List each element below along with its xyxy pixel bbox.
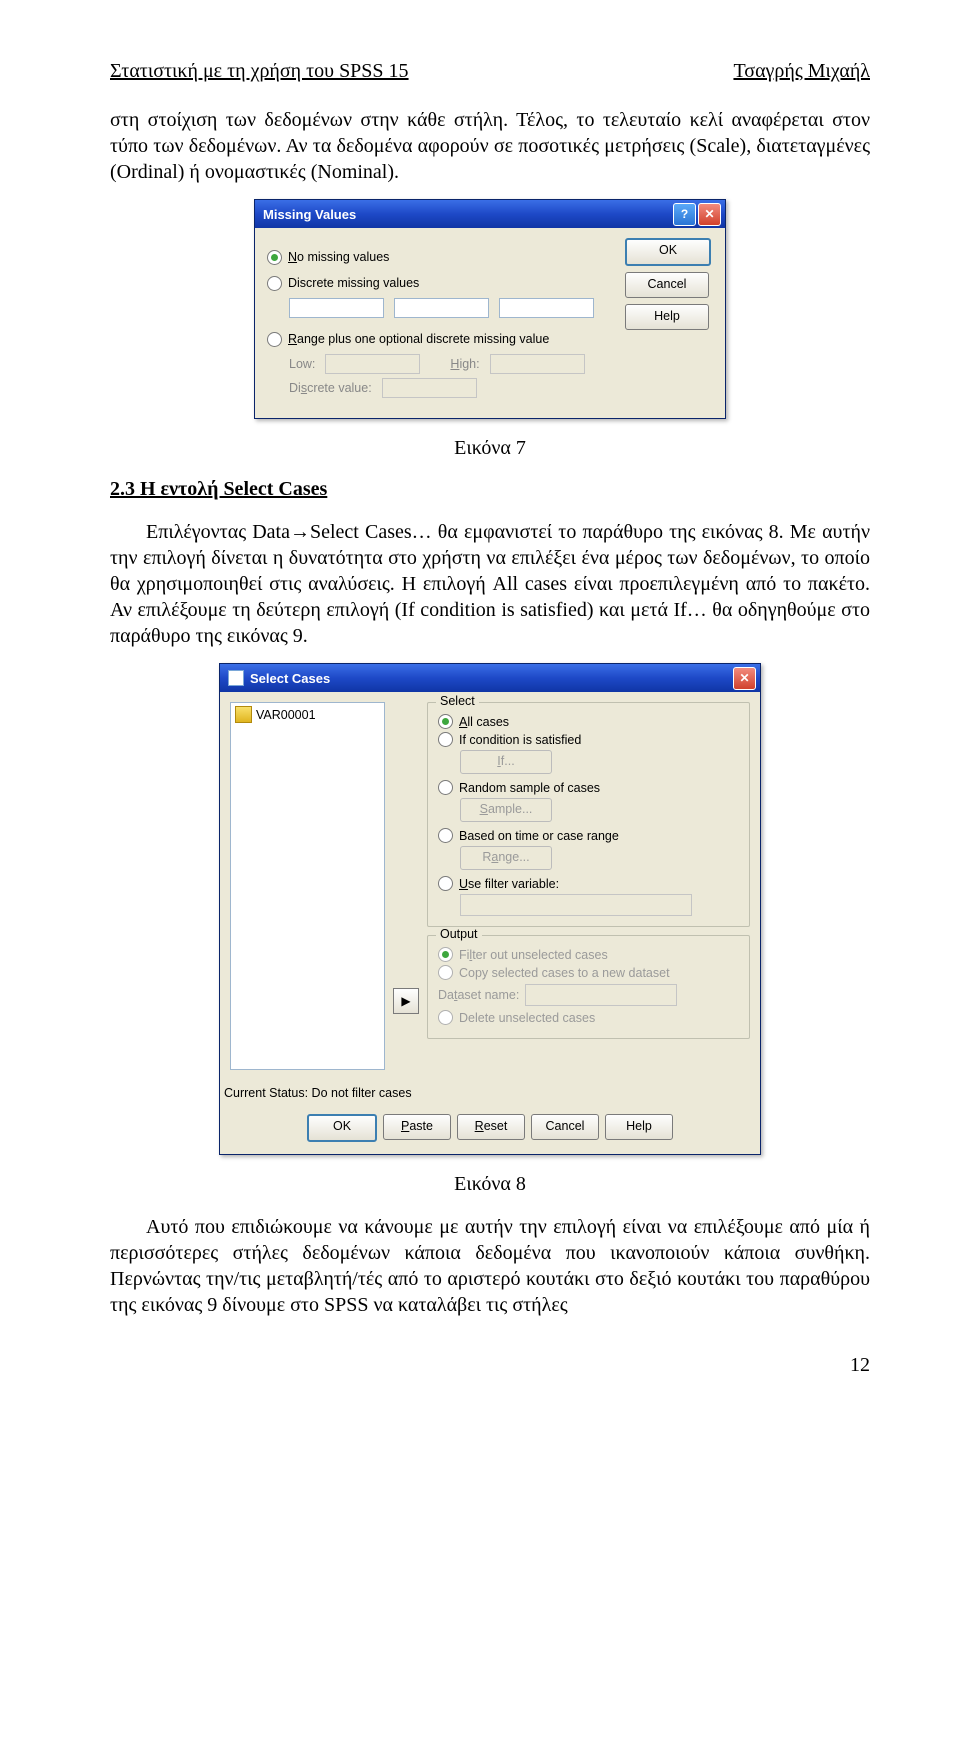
dialog-titlebar[interactable]: Select Cases ✕ — [220, 664, 760, 692]
group-legend: Select — [436, 694, 479, 708]
radio-copy-dataset: Copy selected cases to a new dataset — [438, 965, 739, 980]
ok-button[interactable]: OK — [307, 1114, 377, 1142]
paragraph-2: Επιλέγοντας Data→Select Cases… θα εμφανι… — [110, 519, 870, 649]
cancel-button[interactable]: Cancel — [531, 1114, 599, 1140]
radio-label: All cases — [459, 715, 509, 729]
radio-label: Random sample of cases — [459, 781, 600, 795]
radio-delete-unselected: Delete unselected cases — [438, 1010, 739, 1025]
radio-icon — [438, 828, 453, 843]
radio-label: No missing values — [288, 250, 389, 264]
radio-icon — [438, 1010, 453, 1025]
radio-icon — [267, 276, 282, 291]
radio-random-sample[interactable]: Random sample of cases — [438, 780, 739, 795]
titlebar-buttons: ? ✕ — [673, 203, 721, 226]
dialog-body: VAR00001 ▶ Select All cases If condition… — [220, 692, 760, 1080]
radio-icon — [438, 780, 453, 795]
variable-list[interactable]: VAR00001 — [230, 702, 385, 1070]
radio-icon — [438, 732, 453, 747]
header-right: Τσαγρής Μιχαήλ — [733, 60, 870, 83]
page-number: 12 — [110, 1354, 870, 1377]
radio-label: Based on time or case range — [459, 829, 619, 843]
discrete-value-row: Discrete value: — [289, 378, 713, 398]
figure-7-caption: Εικόνα 7 — [110, 437, 870, 460]
dataset-name-row: Dataset name: — [438, 984, 739, 1006]
list-item[interactable]: VAR00001 — [235, 706, 380, 723]
radio-label: Range plus one optional discrete missing… — [288, 332, 549, 346]
sample-button: Sample... — [460, 798, 552, 822]
close-icon[interactable]: ✕ — [698, 203, 721, 226]
header-left: Στατιστική με τη χρήση του SPSS 15 — [110, 60, 409, 83]
paragraph-3: Αυτό που επιδιώκουμε να κάνουμε με αυτήν… — [110, 1214, 870, 1318]
radio-icon — [438, 714, 453, 729]
discrete-input-2[interactable] — [394, 298, 489, 318]
discrete-input-1[interactable] — [289, 298, 384, 318]
help-button[interactable]: Help — [605, 1114, 673, 1140]
high-label: High: — [450, 357, 479, 371]
discrete-value-input — [382, 378, 477, 398]
section-heading: 2.3 Η εντολή Select Cases — [110, 478, 870, 501]
high-input — [490, 354, 585, 374]
filter-variable-row — [460, 894, 739, 916]
select-group: Select All cases If condition is satisfi… — [427, 702, 750, 927]
page-header: Στατιστική με τη χρήση του SPSS 15 Τσαγρ… — [110, 60, 870, 83]
radio-icon — [438, 965, 453, 980]
radio-use-filter[interactable]: Use filter variable: — [438, 876, 739, 891]
low-input — [325, 354, 420, 374]
reset-button[interactable]: Reset — [457, 1114, 525, 1140]
radio-icon — [438, 947, 453, 962]
if-button: If... — [460, 750, 552, 774]
radio-icon — [438, 876, 453, 891]
right-panel: Select All cases If condition is satisfi… — [427, 702, 750, 1070]
radio-filter-out: Filter out unselected cases — [438, 947, 739, 962]
low-high-row: Low: High: — [289, 354, 713, 374]
radio-if-condition[interactable]: If condition is satisfied — [438, 732, 739, 747]
select-cases-dialog: Select Cases ✕ VAR00001 ▶ Select All cas… — [219, 663, 761, 1155]
dataset-name-label: Dataset name: — [438, 988, 519, 1002]
radio-icon — [267, 332, 282, 347]
radio-label: Use filter variable: — [459, 877, 559, 891]
dialog-button-column: OK Cancel Help — [625, 238, 711, 330]
output-group: Output Filter out unselected cases Copy … — [427, 935, 750, 1039]
paste-button[interactable]: Paste — [383, 1114, 451, 1140]
radio-label: Discrete missing values — [288, 276, 419, 290]
paragraph-1: στη στοίχιση των δεδομένων στην κάθε στή… — [110, 107, 870, 185]
range-button: Range... — [460, 846, 552, 870]
radio-label: Delete unselected cases — [459, 1011, 595, 1025]
radio-label: If condition is satisfied — [459, 733, 581, 747]
group-legend: Output — [436, 927, 482, 941]
discrete-value-label: Discrete value: — [289, 381, 372, 395]
app-icon — [228, 670, 244, 686]
radio-all-cases[interactable]: All cases — [438, 714, 739, 729]
low-label: Low: — [289, 357, 315, 371]
close-icon[interactable]: ✕ — [733, 667, 756, 690]
page: Στατιστική με τη χρήση του SPSS 15 Τσαγρ… — [0, 0, 960, 1417]
missing-values-dialog: Missing Values ? ✕ OK Cancel Help No mis… — [254, 199, 726, 419]
status-text: Current Status: Do not filter cases — [224, 1086, 756, 1100]
radio-time-range[interactable]: Based on time or case range — [438, 828, 739, 843]
cancel-button[interactable]: Cancel — [625, 272, 709, 298]
dataset-name-input — [525, 984, 677, 1006]
radio-range[interactable]: Range plus one optional discrete missing… — [267, 328, 713, 350]
titlebar-buttons: ✕ — [733, 667, 756, 690]
ok-button[interactable]: OK — [625, 238, 711, 266]
discrete-input-3[interactable] — [499, 298, 594, 318]
move-right-button[interactable]: ▶ — [393, 988, 419, 1014]
radio-icon — [267, 250, 282, 265]
figure-8-caption: Εικόνα 8 — [110, 1173, 870, 1196]
filter-variable-input — [460, 894, 692, 916]
dialog-bottom-buttons: OK Paste Reset Cancel Help — [220, 1108, 760, 1154]
help-icon[interactable]: ? — [673, 203, 696, 226]
radio-label: Copy selected cases to a new dataset — [459, 966, 670, 980]
scale-icon — [235, 706, 252, 723]
dialog-title: Missing Values — [263, 207, 673, 222]
variable-name: VAR00001 — [256, 708, 316, 722]
help-button[interactable]: Help — [625, 304, 709, 330]
radio-label: Filter out unselected cases — [459, 948, 608, 962]
dialog-title: Select Cases — [250, 671, 733, 686]
dialog-body: OK Cancel Help No missing values Discret… — [255, 228, 725, 418]
dialog-titlebar[interactable]: Missing Values ? ✕ — [255, 200, 725, 228]
